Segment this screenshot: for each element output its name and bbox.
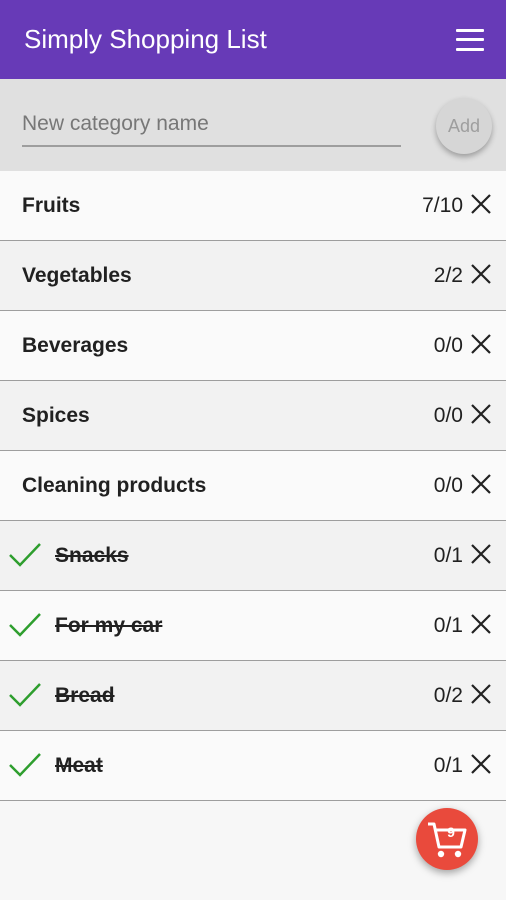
checkmark-icon — [9, 683, 41, 707]
item-count: 2/2 — [433, 263, 463, 287]
category-row[interactable]: Spices 0/0 — [0, 381, 506, 451]
checkmark-icon — [9, 543, 41, 567]
category-name: Beverages — [22, 333, 129, 357]
add-button[interactable]: Add — [436, 98, 492, 154]
category-name: Spices — [22, 403, 90, 427]
item-count: 0/2 — [433, 683, 463, 707]
category-name: Meat — [55, 753, 103, 777]
app-title: Simply Shopping List — [24, 24, 267, 54]
item-count: 0/1 — [433, 613, 463, 637]
category-name: Snacks — [55, 543, 129, 567]
category-name: Fruits — [22, 193, 81, 217]
category-row[interactable]: Meat 0/1 — [0, 731, 506, 801]
close-icon[interactable] — [470, 683, 492, 705]
item-count: 0/0 — [433, 333, 463, 357]
add-category-bar: Add — [0, 79, 506, 171]
category-row[interactable]: Cleaning products 0/0 — [0, 451, 506, 521]
close-icon[interactable] — [470, 333, 492, 355]
category-row[interactable]: Beverages 0/0 — [0, 311, 506, 381]
category-name: Vegetables — [22, 263, 132, 287]
item-count: 7/10 — [422, 193, 463, 217]
close-icon[interactable] — [470, 263, 492, 285]
cart-button[interactable]: 9 — [416, 808, 478, 870]
cart-count-badge: 9 — [447, 824, 455, 840]
item-count: 0/0 — [433, 473, 463, 497]
item-count: 0/1 — [433, 543, 463, 567]
menu-icon[interactable] — [456, 28, 484, 51]
close-icon[interactable] — [470, 543, 492, 565]
close-icon[interactable] — [470, 403, 492, 425]
category-row[interactable]: For my car 0/1 — [0, 591, 506, 661]
app-bar: Simply Shopping List — [0, 0, 506, 79]
category-row[interactable]: Vegetables 2/2 — [0, 241, 506, 311]
category-row[interactable]: Bread 0/2 — [0, 661, 506, 731]
category-name: For my car — [55, 613, 163, 637]
close-icon[interactable] — [470, 473, 492, 495]
checkmark-icon — [9, 613, 41, 637]
checkmark-icon — [9, 753, 41, 777]
item-count: 0/1 — [433, 753, 463, 777]
item-count: 0/0 — [433, 403, 463, 427]
category-row[interactable]: Fruits 7/10 — [0, 171, 506, 241]
close-icon[interactable] — [470, 753, 492, 775]
close-icon[interactable] — [470, 193, 492, 215]
category-row[interactable]: Snacks 0/1 — [0, 521, 506, 591]
category-name-input[interactable] — [22, 103, 401, 147]
category-name: Bread — [55, 683, 115, 707]
category-name: Cleaning products — [22, 473, 207, 497]
close-icon[interactable] — [470, 613, 492, 635]
category-list: Fruits 7/10 Vegetables 2/2 Beverages 0/0… — [0, 171, 506, 801]
